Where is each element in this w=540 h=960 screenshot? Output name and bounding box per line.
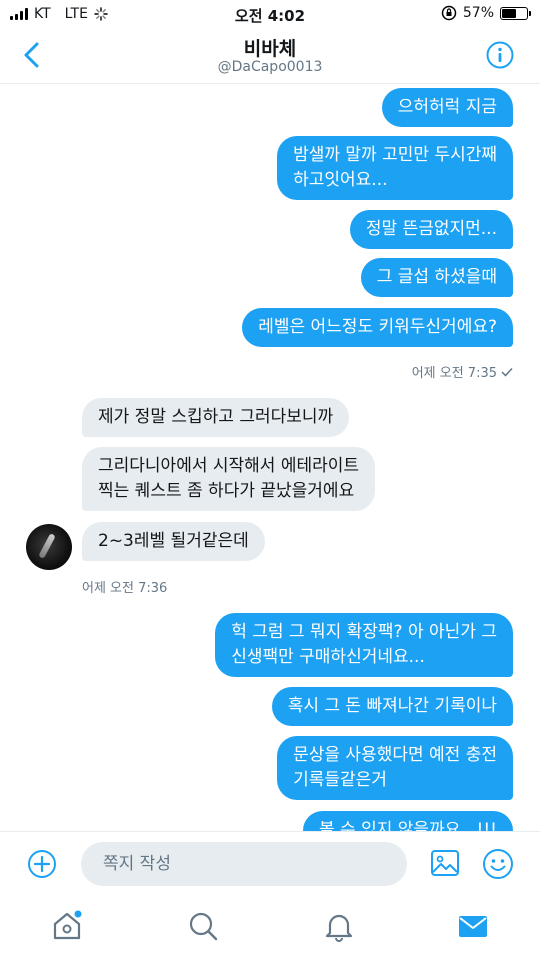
message-line: 하고잇어요...: [293, 170, 388, 190]
message-line: 밤샐까 말까 고민만 두시간째: [293, 145, 497, 165]
conversation-header: 비바체 @DaCapo0013: [0, 30, 540, 84]
timestamp-text: 어제 오전 7:35: [411, 366, 497, 381]
emoji-icon[interactable]: [482, 848, 514, 880]
battery-icon: [500, 6, 531, 20]
sent-message[interactable]: 헉 그럼 그 뭐지 확장팩? 아 아닌가 그 신생팩만 구매하신거네요...: [215, 613, 513, 677]
orientation-lock-icon: [441, 5, 457, 21]
bottom-tab-bar: [0, 895, 540, 960]
read-check-icon: [501, 367, 513, 377]
sender-avatar[interactable]: [26, 524, 72, 570]
message-line: 그리다니아에서 시작해서 에테라이트: [98, 456, 360, 476]
sent-message[interactable]: 정말 뜬금없지먼...: [349, 210, 513, 249]
notification-dot: [74, 910, 82, 918]
sent-message[interactable]: 레벨은 어느정도 키워두신거에요?: [242, 308, 513, 347]
received-message[interactable]: 그리다니아에서 시작해서 에테라이트 찍는 퀘스트 좀 하다가 끝났을거에요: [82, 447, 376, 511]
status-right: 57%: [441, 5, 531, 21]
conversation-handle: @DaCapo0013: [217, 59, 323, 75]
message-composer: [0, 831, 540, 895]
messages-envelope-icon[interactable]: [456, 909, 490, 943]
search-icon[interactable]: [186, 909, 220, 943]
add-circle-icon[interactable]: [27, 849, 57, 879]
message-thread[interactable]: 으허허럭 지금 밤샐까 말까 고민만 두시간째 하고잇어요... 정말 뜬금없지…: [0, 84, 540, 831]
message-line: 찍는 퀘스트 좀 하다가 끝났을거에요: [98, 481, 355, 501]
message-input-container[interactable]: [81, 842, 407, 886]
sent-message[interactable]: 그 글섭 하셨을때: [360, 258, 513, 297]
message-line: 문상을 사용했다면 예전 충전: [293, 745, 497, 765]
message-line: 신생팩만 구매하신거네요...: [231, 647, 425, 667]
received-message[interactable]: 제가 정말 스킵하고 그러다보니까: [82, 398, 350, 437]
home-icon[interactable]: [50, 909, 84, 943]
sent-message[interactable]: 으허허럭 지금: [381, 88, 513, 127]
sent-message[interactable]: 문상을 사용했다면 예전 충전 기록들같은거: [277, 736, 513, 800]
message-line: 기록들같은거: [293, 770, 387, 790]
sent-message[interactable]: 밤샐까 말까 고민만 두시간째 하고잇어요...: [277, 136, 513, 200]
timestamp: 어제 오전 7:36: [82, 581, 168, 596]
received-message[interactable]: 2~3레벨 될거같은데: [82, 522, 265, 561]
sent-message[interactable]: 혹시 그 돈 빠져나간 기록이나: [271, 687, 513, 726]
battery-fill: [502, 8, 516, 18]
info-icon[interactable]: [486, 41, 514, 69]
status-bar: KT LTE 오전 4:02 57%: [0, 0, 540, 30]
message-input[interactable]: [81, 842, 407, 886]
sent-message[interactable]: 볼 수 있지 않을까요...!!!: [303, 811, 513, 831]
battery-percent: 57%: [462, 5, 494, 21]
notifications-bell-icon[interactable]: [322, 909, 356, 943]
conversation-title[interactable]: 비바체: [0, 34, 540, 61]
message-line: 헉 그럼 그 뭐지 확장팩? 아 아닌가 그: [231, 622, 497, 642]
timestamp: 어제 오전 7:35: [412, 362, 513, 381]
image-icon[interactable]: [430, 848, 460, 878]
